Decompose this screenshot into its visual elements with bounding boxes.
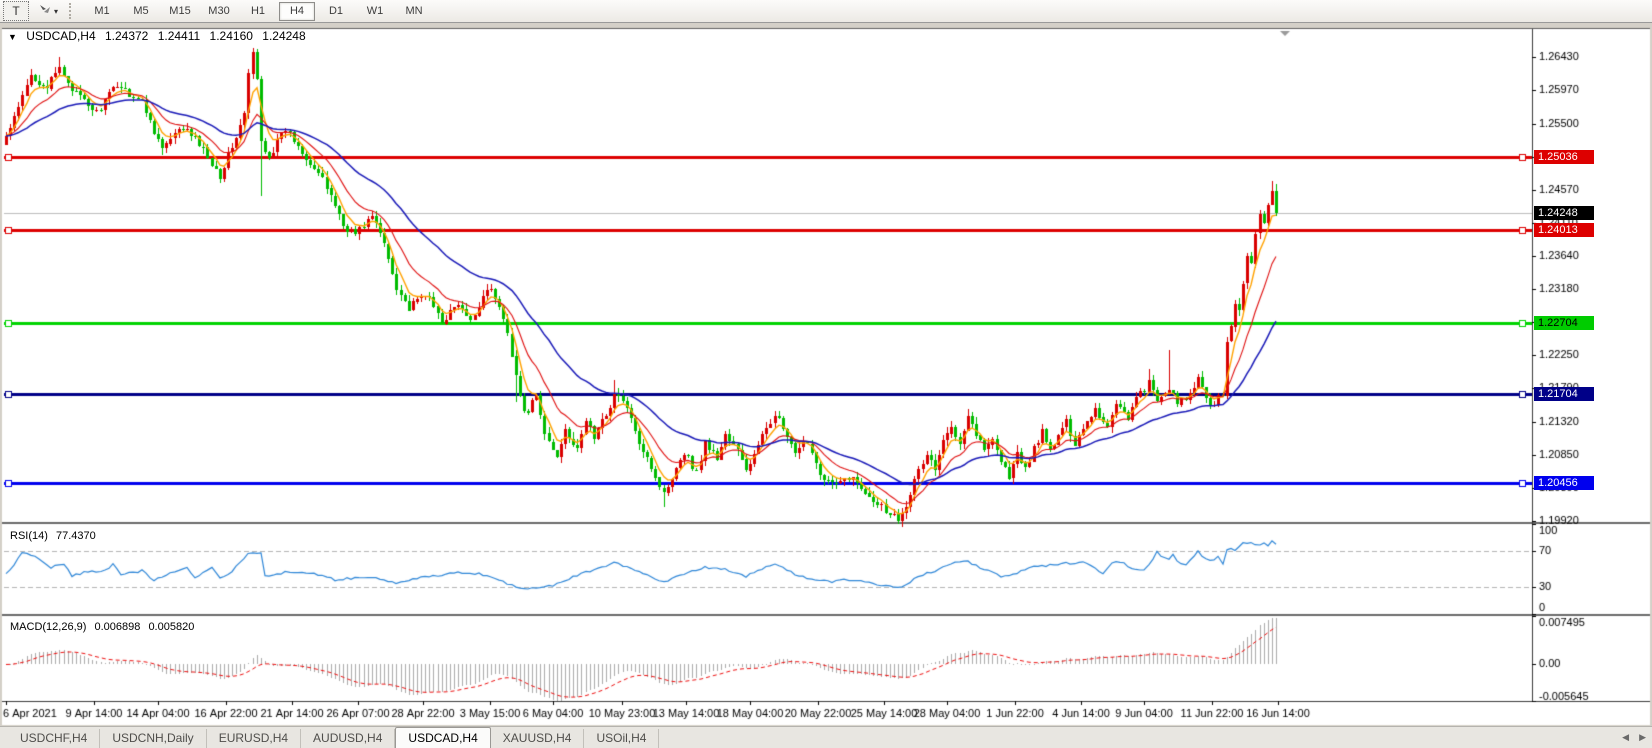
price-badge-125036: 1.25036 xyxy=(1534,150,1594,164)
timeframe-button-w1[interactable]: W1 xyxy=(357,2,393,21)
symbol-tab-usoil[interactable]: USOil,H4 xyxy=(584,729,659,748)
timeframe-button-m15[interactable]: M15 xyxy=(162,2,198,21)
timeframe-button-m5[interactable]: M5 xyxy=(123,2,159,21)
chart-ohlc-header: ▼ USDCAD,H4 1.24372 1.24411 1.24160 1.24… xyxy=(8,29,312,43)
chevron-down-icon: ▾ xyxy=(54,7,58,16)
timeframe-button-d1[interactable]: D1 xyxy=(318,2,354,21)
timeframe-group: M1M5M15M30H1H4D1W1MN xyxy=(84,2,432,21)
close-value: 1.24248 xyxy=(262,29,305,43)
price-badge-121704: 1.21704 xyxy=(1534,387,1594,401)
chart-symbol-label: USDCAD,H4 xyxy=(26,29,95,43)
arrow-objects-dropdown[interactable]: ▾ xyxy=(32,1,64,21)
rsi-name: RSI(14) xyxy=(10,530,48,542)
timeframe-button-h1[interactable]: H1 xyxy=(240,2,276,21)
timeframe-button-m1[interactable]: M1 xyxy=(84,2,120,21)
symbol-tab-bar: USDCHF,H4USDCNH,DailyEURUSD,H4AUDUSD,H4U… xyxy=(0,726,1652,748)
text-tool-button[interactable]: T xyxy=(3,1,29,21)
high-value: 1.24411 xyxy=(158,29,201,43)
symbol-dropdown-icon[interactable]: ▼ xyxy=(8,32,17,42)
symbol-tab-usdcnh[interactable]: USDCNH,Daily xyxy=(100,729,206,748)
toolbar-separator xyxy=(69,3,77,19)
price-badge-120456: 1.20456 xyxy=(1534,476,1594,490)
macd-signal-value: 0.005820 xyxy=(148,621,194,633)
open-value: 1.24372 xyxy=(105,29,148,43)
symbol-tab-xauusd[interactable]: XAUUSD,H4 xyxy=(491,729,585,748)
rsi-current-value: 77.4370 xyxy=(56,530,96,542)
timeframe-button-mn[interactable]: MN xyxy=(396,2,432,21)
symbol-tab-usdcad[interactable]: USDCAD,H4 xyxy=(395,727,490,748)
price-badge-124248: 1.24248 xyxy=(1534,206,1594,220)
rsi-indicator-label: RSI(14) 77.4370 xyxy=(10,530,96,542)
macd-indicator-label: MACD(12,26,9) 0.006898 0.005820 xyxy=(10,621,194,633)
top-toolbar: T ▾ M1M5M15M30H1H4D1W1MN xyxy=(0,0,1652,23)
price-chart-canvas[interactable] xyxy=(0,23,1652,726)
price-badge-122704: 1.22704 xyxy=(1534,316,1594,330)
timeframe-button-m30[interactable]: M30 xyxy=(201,2,237,21)
macd-current-value: 0.006898 xyxy=(94,621,140,633)
symbol-tab-audusd[interactable]: AUDUSD,H4 xyxy=(301,729,395,748)
tab-scroll-arrows: ◀ ▶ xyxy=(1622,731,1646,743)
tab-scroll-right-icon[interactable]: ▶ xyxy=(1639,731,1646,743)
arrows-icon xyxy=(38,2,52,20)
symbol-tab-eurusd[interactable]: EURUSD,H4 xyxy=(207,729,301,748)
symbol-tab-usdchf[interactable]: USDCHF,H4 xyxy=(8,729,100,748)
price-badge-124013: 1.24013 xyxy=(1534,223,1594,237)
timeframe-button-h4[interactable]: H4 xyxy=(279,2,315,21)
low-value: 1.24160 xyxy=(210,29,253,43)
tab-scroll-left-icon[interactable]: ◀ xyxy=(1622,731,1629,743)
macd-name: MACD(12,26,9) xyxy=(10,621,86,633)
